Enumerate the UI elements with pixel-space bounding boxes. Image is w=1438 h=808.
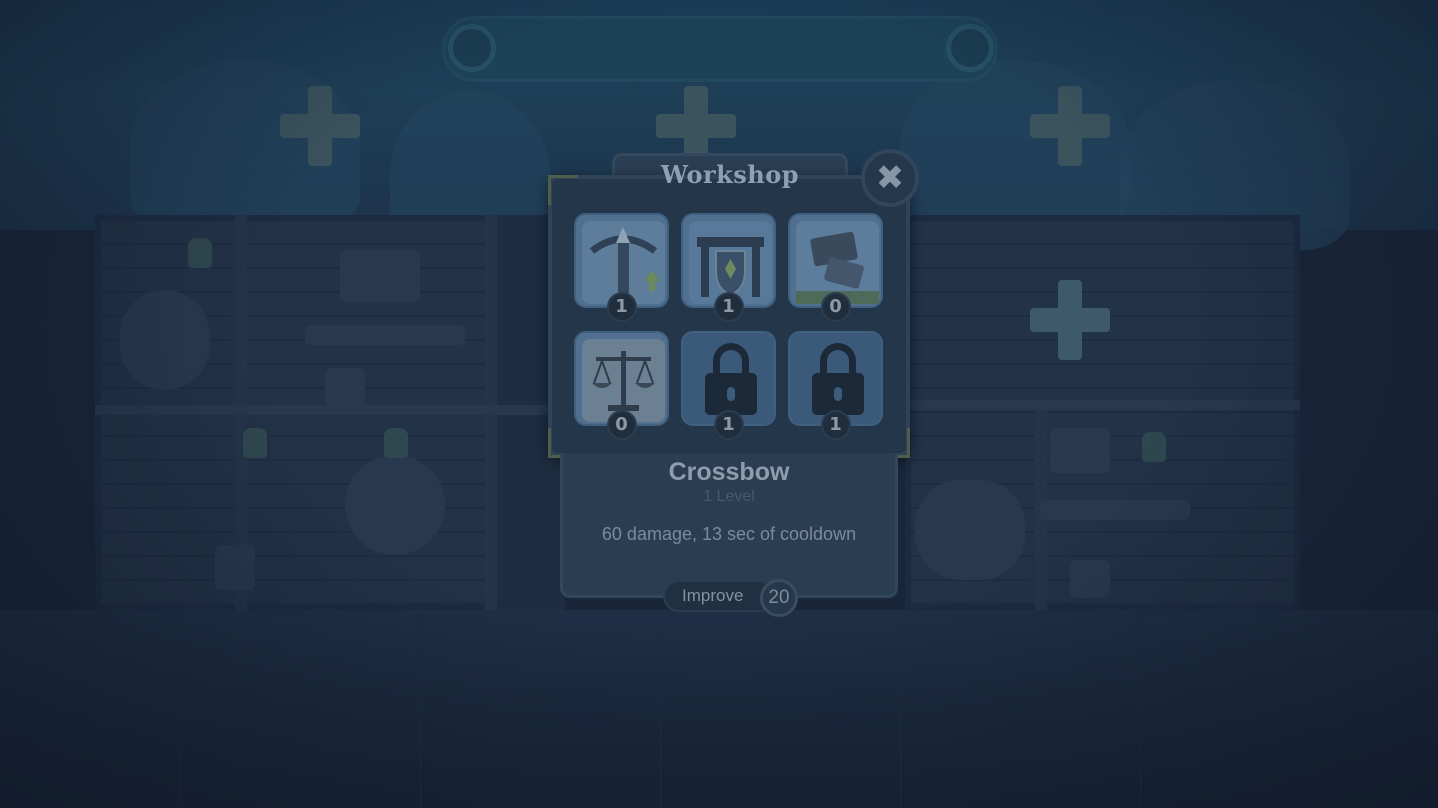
close-button[interactable]: ✖ <box>861 149 919 207</box>
selected-item-name: Crossbow <box>668 458 790 486</box>
item-slot-gate[interactable]: 1 <box>681 213 776 322</box>
gate-icon <box>689 221 772 304</box>
item-count-badge: 1 <box>713 410 744 440</box>
scales-icon <box>582 339 665 422</box>
improve-cost-badge: 20 <box>760 579 798 617</box>
item-count-badge: 1 <box>820 410 851 440</box>
item-slot-cards[interactable]: 0 <box>788 213 883 322</box>
item-count-badge: 1 <box>606 292 637 322</box>
item-count-badge: 0 <box>820 292 851 322</box>
item-count-badge: 0 <box>606 410 637 440</box>
item-slot-locked[interactable]: 1 <box>788 331 883 440</box>
item-slot-locked[interactable]: 1 <box>681 331 776 440</box>
selected-item-level: 1 Level <box>703 488 755 505</box>
crossbow-icon <box>582 221 665 304</box>
dialog-title: Workshop <box>660 160 800 189</box>
selected-item-description: 60 damage, 13 sec of cooldown <box>601 524 857 544</box>
improve-button[interactable]: Improve <box>663 580 775 612</box>
item-count-badge: 1 <box>713 292 744 322</box>
item-slot-scales[interactable]: 0 <box>574 331 669 440</box>
frame-corner <box>548 175 578 205</box>
close-icon: ✖ <box>875 158 905 198</box>
item-slot-crossbow[interactable]: 1 <box>574 213 669 322</box>
cards-icon <box>796 221 879 304</box>
